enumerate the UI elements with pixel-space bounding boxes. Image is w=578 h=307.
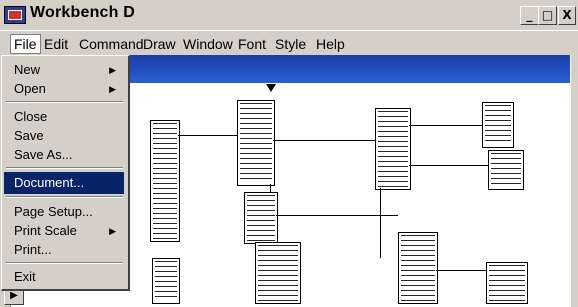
diagram-block[interactable]	[237, 100, 275, 186]
menu-item-save-as[interactable]: Save As...	[4, 144, 124, 166]
menu-edit[interactable]: Edit	[44, 36, 68, 52]
maximize-button[interactable]: □	[538, 6, 557, 25]
menu-item-label: Open	[14, 81, 46, 96]
menu-command[interactable]: Command	[79, 36, 144, 52]
connection-wire	[409, 125, 482, 126]
menu-item-print[interactable]: Print...	[4, 239, 124, 261]
menu-separator	[6, 101, 123, 103]
minimize-button[interactable]: _	[520, 6, 539, 25]
menu-style[interactable]: Style	[275, 36, 306, 52]
diagram-block[interactable]	[255, 242, 301, 304]
diagram-block[interactable]	[375, 108, 411, 190]
menu-file[interactable]: File	[10, 34, 41, 54]
diagram-block[interactable]	[482, 102, 514, 148]
diagram-block[interactable]	[150, 120, 180, 242]
menu-item-open[interactable]: Open ▶	[4, 78, 124, 100]
menu-item-exit[interactable]: Exit	[4, 266, 124, 288]
menu-help[interactable]: Help	[316, 36, 345, 52]
menu-item-label: New	[14, 62, 41, 77]
menu-item-label: Exit	[14, 269, 36, 284]
menu-bar: File Edit Command Draw Window Font Style…	[0, 31, 578, 55]
menu-item-label: Page Setup...	[14, 204, 93, 219]
menu-item-label: Document...	[14, 175, 85, 190]
window-title: Workbench D	[30, 4, 136, 21]
file-menu-dropdown: New ▶ Open ▶ Close Save Save As... Docum…	[1, 55, 130, 291]
menu-item-document[interactable]: Document...	[4, 172, 124, 194]
menu-item-label: Close	[14, 109, 48, 124]
connection-wire	[273, 140, 375, 141]
connection-wire	[409, 165, 488, 166]
workbench-app-icon[interactable]	[4, 6, 26, 24]
connection-wire	[178, 135, 237, 136]
menu-window[interactable]: Window	[183, 36, 233, 52]
menu-item-label: Print...	[14, 242, 52, 257]
play-button[interactable]: ▶	[4, 289, 24, 305]
menu-draw[interactable]: Draw	[143, 36, 176, 52]
diagram-block[interactable]	[152, 258, 180, 304]
close-button[interactable]: X	[558, 6, 576, 25]
menu-separator	[6, 196, 123, 198]
menu-item-label: Save As...	[14, 147, 73, 162]
connection-wire	[436, 270, 486, 271]
connection-wire	[270, 184, 271, 192]
insertion-marker-icon	[266, 84, 276, 92]
diagram-block[interactable]	[486, 262, 528, 304]
title-bar[interactable]: Workbench D _ □ X	[0, 0, 578, 31]
diagram-block[interactable]	[488, 150, 524, 190]
menu-item-label: Save	[14, 128, 44, 143]
menu-separator	[6, 262, 123, 264]
connection-wire	[380, 188, 381, 258]
submenu-arrow-icon: ▶	[109, 84, 116, 94]
diagram-block[interactable]	[398, 232, 438, 304]
diagram-block[interactable]	[244, 192, 278, 244]
menu-item-label: Print Scale	[14, 223, 77, 238]
menu-font[interactable]: Font	[238, 36, 266, 52]
menu-separator	[6, 167, 123, 169]
